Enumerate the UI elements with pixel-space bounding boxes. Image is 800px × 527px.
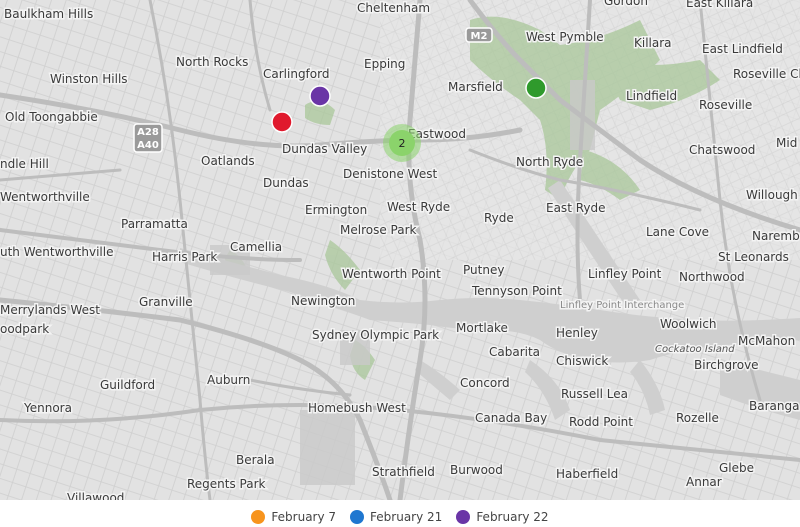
suburb-label: Epping: [364, 57, 405, 71]
suburb-label: Tennyson Point: [471, 284, 562, 298]
suburb-label: Carlingford: [263, 67, 329, 81]
suburb-label: oodpark: [0, 322, 49, 336]
legend-item-february-21[interactable]: February 21: [350, 509, 443, 524]
suburb-label: Birchgrove: [694, 358, 759, 372]
suburb-label: Dundas: [263, 176, 309, 190]
suburb-label: Granville: [139, 295, 193, 309]
suburb-label: Naremb: [752, 229, 800, 243]
suburb-label: Marsfield: [448, 80, 503, 94]
suburb-label: Mid: [776, 136, 797, 150]
suburb-label: West Ryde: [387, 200, 450, 214]
suburb-label: Ryde: [484, 211, 514, 225]
suburb-label: Burwood: [450, 463, 503, 477]
suburb-label: Cabarita: [489, 345, 540, 359]
suburb-label: Regents Park: [187, 477, 266, 491]
suburb-label: Old Toongabbie: [5, 110, 98, 124]
suburb-label: Baranga: [749, 399, 799, 413]
suburb-label: Merrylands West: [0, 303, 100, 317]
suburb-label: Ermington: [305, 203, 367, 217]
suburb-label: Strathfield: [372, 465, 435, 479]
suburb-label: Willough: [746, 188, 798, 202]
event-marker-green[interactable]: [525, 77, 547, 99]
suburb-label: Homebush West: [308, 401, 406, 415]
suburb-label: Chiswick: [556, 354, 608, 368]
suburb-label: West Pymble: [526, 30, 604, 44]
suburb-label: Sydney Olympic Park: [312, 328, 439, 342]
svg-text:A28: A28: [137, 127, 159, 138]
legend-swatch-orange: [251, 509, 266, 524]
suburb-label: Harris Park: [152, 250, 217, 264]
cluster-count: 2: [399, 137, 406, 150]
suburb-label: Yennora: [23, 401, 72, 415]
event-marker-red[interactable]: [271, 111, 293, 133]
event-marker-purple[interactable]: [309, 85, 331, 107]
suburb-label: Camellia: [230, 240, 282, 254]
suburb-label: Putney: [463, 263, 504, 277]
suburb-label: Wentworthville: [0, 190, 90, 204]
legend-label: February 7: [271, 509, 337, 524]
suburb-label: Concord: [460, 376, 510, 390]
suburb-label: Lane Cove: [646, 225, 709, 239]
suburb-label: Denistone West: [343, 167, 437, 181]
legend-swatch-blue: [350, 509, 365, 524]
suburb-label: Villawood: [67, 491, 124, 500]
suburb-label: Haberfield: [556, 467, 618, 481]
svg-text:M2: M2: [471, 31, 488, 42]
map-tiles: A28 A40 M2 Baulkham Hills Cheltenham Gordo…: [0, 0, 800, 500]
suburb-label: ndle Hill: [0, 157, 49, 171]
svg-text:A40: A40: [137, 140, 159, 151]
road-shield-m2: M2: [465, 27, 493, 43]
suburb-label: Wentworth Point: [342, 267, 441, 281]
suburb-label: Rozelle: [676, 411, 719, 425]
legend-item-february-7[interactable]: February 7: [251, 509, 337, 524]
suburb-label: Northwood: [679, 270, 745, 284]
suburb-label: McMahon: [738, 334, 795, 348]
suburb-label: Chatswood: [689, 143, 755, 157]
road-shield-a28-a40: A28 A40: [133, 123, 163, 153]
suburb-label: North Ryde: [516, 155, 583, 169]
suburb-label: Berala: [236, 453, 275, 467]
suburb-label: Auburn: [207, 373, 250, 387]
suburb-label: Roseville Ch: [733, 67, 800, 81]
label-interchange: Linfley Point Interchange: [560, 300, 684, 311]
legend-label: February 22: [476, 509, 549, 524]
suburb-label: Canada Bay: [475, 411, 547, 425]
suburb-label: uth Wentworthville: [0, 245, 113, 259]
suburb-label: East Ryde: [546, 201, 606, 215]
suburb-label: Cheltenham: [357, 1, 430, 15]
suburb-label: Killara: [634, 36, 672, 50]
suburb-label: Gordon: [604, 0, 648, 8]
suburb-label: East Killara: [686, 0, 753, 10]
suburb-label: Guildford: [100, 378, 155, 392]
suburb-label: St Leonards: [718, 250, 789, 264]
suburb-label: Roseville: [699, 98, 752, 112]
suburb-label: Baulkham Hills: [4, 7, 93, 21]
suburb-label: Lindfield: [626, 89, 677, 103]
suburb-label: East Lindfield: [702, 42, 783, 56]
suburb-label: Newington: [291, 294, 355, 308]
suburb-label: Linfley Point: [588, 267, 662, 281]
suburb-label: Parramatta: [121, 217, 188, 231]
legend-item-february-22[interactable]: February 22: [456, 509, 549, 524]
suburb-label: Dundas Valley: [282, 142, 367, 156]
suburb-label: North Rocks: [176, 55, 248, 69]
suburb-label: Melrose Park: [340, 223, 417, 237]
label-cockatoo-island: Cockatoo Island: [655, 344, 735, 355]
suburb-label: Henley: [556, 326, 598, 340]
suburb-label: Annar: [686, 475, 722, 489]
legend-label: February 21: [370, 509, 443, 524]
map-canvas[interactable]: A28 A40 M2 Baulkham Hills Cheltenham Gordo…: [0, 0, 800, 500]
suburb-label: Oatlands: [201, 154, 255, 168]
suburb-label: Glebe: [719, 461, 754, 475]
suburb-label: Winston Hills: [50, 72, 128, 86]
map-legend: February 7 February 21 February 22: [0, 506, 800, 527]
suburb-label: Woolwich: [660, 317, 717, 331]
suburb-label: Rodd Point: [569, 415, 633, 429]
suburb-label: Mortlake: [456, 321, 508, 335]
legend-swatch-purple: [456, 509, 471, 524]
suburb-label: Russell Lea: [561, 387, 628, 401]
marker-cluster[interactable]: 2: [383, 124, 421, 162]
